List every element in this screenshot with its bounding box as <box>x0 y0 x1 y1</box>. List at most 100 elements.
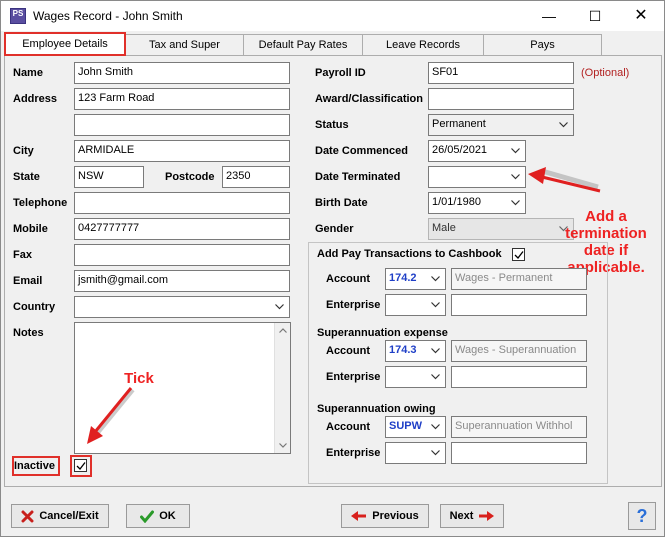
termination-arrow-icon <box>528 167 601 193</box>
mobile-label: Mobile <box>13 223 48 235</box>
super-expense-code: 174.3 <box>389 344 417 356</box>
chevron-down-icon <box>275 304 284 310</box>
payroll-id-label: Payroll ID <box>315 67 366 79</box>
state-label: State <box>13 171 40 183</box>
super-expense-heading: Superannuation expense <box>317 327 448 339</box>
chevron-down-icon <box>431 450 440 456</box>
cancel-exit-button[interactable]: Cancel/Exit <box>11 504 109 528</box>
date-commenced-picker[interactable]: 26/05/2021 <box>428 140 526 162</box>
gender-label: Gender <box>315 223 354 235</box>
city-label: City <box>13 145 34 157</box>
super-expense-account-select[interactable]: 174.3 <box>385 340 446 362</box>
super-owing-code: SUPW <box>389 420 422 432</box>
tab-pays[interactable]: Pays <box>483 34 602 55</box>
tab-leave-records[interactable]: Leave Records <box>362 34 484 55</box>
super-owing-enterprise-label: Enterprise <box>326 447 381 459</box>
cancel-x-icon <box>21 510 34 522</box>
cashbook-heading: Add Pay Transactions to Cashbook <box>317 248 502 260</box>
checkmark-icon <box>76 462 86 470</box>
inactive-checkbox[interactable] <box>74 459 87 472</box>
wages-account-select[interactable]: 174.2 <box>385 268 446 290</box>
super-owing-enterprise-select[interactable] <box>385 442 446 464</box>
chevron-down-icon <box>431 374 440 380</box>
super-owing-enterprise-name <box>451 442 587 464</box>
super-expense-enterprise-name <box>451 366 587 388</box>
telephone-input[interactable] <box>74 192 290 214</box>
postcode-label: Postcode <box>165 171 215 183</box>
chevron-down-icon <box>559 122 568 128</box>
award-input[interactable] <box>428 88 574 110</box>
wages-account-code: 174.2 <box>389 272 417 284</box>
ok-label: OK <box>159 510 176 522</box>
chevron-down-icon <box>431 302 440 308</box>
arrow-left-icon <box>351 511 367 521</box>
chevron-down-icon <box>511 200 520 206</box>
title-bar: PS Wages Record - John Smith — ☐ ✕ <box>1 1 664 31</box>
chevron-down-icon <box>511 174 520 180</box>
termination-annotation-line1: Add a <box>585 208 627 225</box>
city-input[interactable]: ARMIDALE <box>74 140 290 162</box>
date-terminated-label: Date Terminated <box>315 171 401 183</box>
wages-account-label: Account <box>326 273 370 285</box>
gender-select[interactable]: Male <box>428 218 574 240</box>
tab-default-pay-rates[interactable]: Default Pay Rates <box>243 34 363 55</box>
next-button[interactable]: Next <box>440 504 504 528</box>
notes-label: Notes <box>13 327 44 339</box>
address-line2-input[interactable] <box>74 114 290 136</box>
email-input[interactable]: jsmith@gmail.com <box>74 270 290 292</box>
status-label: Status <box>315 119 349 131</box>
tick-arrow-icon <box>87 387 135 444</box>
cashbook-checkbox[interactable] <box>512 248 525 261</box>
inactive-label: Inactive <box>14 460 55 472</box>
wages-account-name: Wages - Permanent <box>451 268 587 290</box>
payroll-id-input[interactable]: SF01 <box>428 62 574 84</box>
status-value: Permanent <box>432 118 486 130</box>
fax-input[interactable] <box>74 244 290 266</box>
mobile-input[interactable]: 0427777777 <box>74 218 290 240</box>
country-select[interactable] <box>74 296 290 318</box>
birth-date-picker[interactable]: 1/01/1980 <box>428 192 526 214</box>
email-label: Email <box>13 275 43 287</box>
wages-enterprise-name <box>451 294 587 316</box>
postcode-input[interactable]: 2350 <box>222 166 290 188</box>
address-line1-input[interactable]: 123 Farm Road <box>74 88 290 110</box>
wages-enterprise-select[interactable] <box>385 294 446 316</box>
scroll-up-icon <box>279 328 287 333</box>
status-select[interactable]: Permanent <box>428 114 574 136</box>
close-button[interactable]: ✕ <box>618 1 664 31</box>
check-icon <box>140 510 155 523</box>
optional-hint: (Optional) <box>581 67 630 79</box>
gender-value: Male <box>432 222 456 234</box>
super-expense-enterprise-select[interactable] <box>385 366 446 388</box>
tab-employee-details[interactable]: Employee Details <box>4 32 126 56</box>
state-input[interactable]: NSW <box>74 166 144 188</box>
maximize-button[interactable]: ☐ <box>572 1 618 31</box>
fax-label: Fax <box>13 249 32 261</box>
scroll-down-icon <box>279 443 287 448</box>
address-label: Address <box>13 93 58 105</box>
super-owing-account-select[interactable]: SUPW <box>385 416 446 438</box>
ok-button[interactable]: OK <box>126 504 190 528</box>
window-title: Wages Record - John Smith <box>33 9 183 23</box>
notes-scrollbar[interactable] <box>274 323 290 453</box>
chevron-down-icon <box>431 348 440 354</box>
date-commenced-label: Date Commenced <box>315 145 408 157</box>
telephone-label: Telephone <box>13 197 68 209</box>
cancel-exit-label: Cancel/Exit <box>39 510 99 522</box>
name-input[interactable]: John Smith <box>74 62 290 84</box>
previous-label: Previous <box>372 510 419 522</box>
country-label: Country <box>13 301 56 313</box>
award-label: Award/Classification <box>315 93 423 105</box>
chevron-down-icon <box>431 276 440 282</box>
button-bar: Cancel/Exit OK Previous Next ? <box>1 491 664 537</box>
super-owing-heading: Superannuation owing <box>317 403 436 415</box>
arrow-right-icon <box>479 511 495 521</box>
previous-button[interactable]: Previous <box>341 504 429 528</box>
date-terminated-picker[interactable] <box>428 166 526 188</box>
chevron-down-icon <box>431 424 440 430</box>
minimize-button[interactable]: — <box>526 1 572 31</box>
birth-date-value: 1/01/1980 <box>432 196 481 208</box>
help-button[interactable]: ? <box>628 502 656 530</box>
tab-tax-and-super[interactable]: Tax and Super <box>125 34 244 55</box>
super-expense-account-label: Account <box>326 345 370 357</box>
